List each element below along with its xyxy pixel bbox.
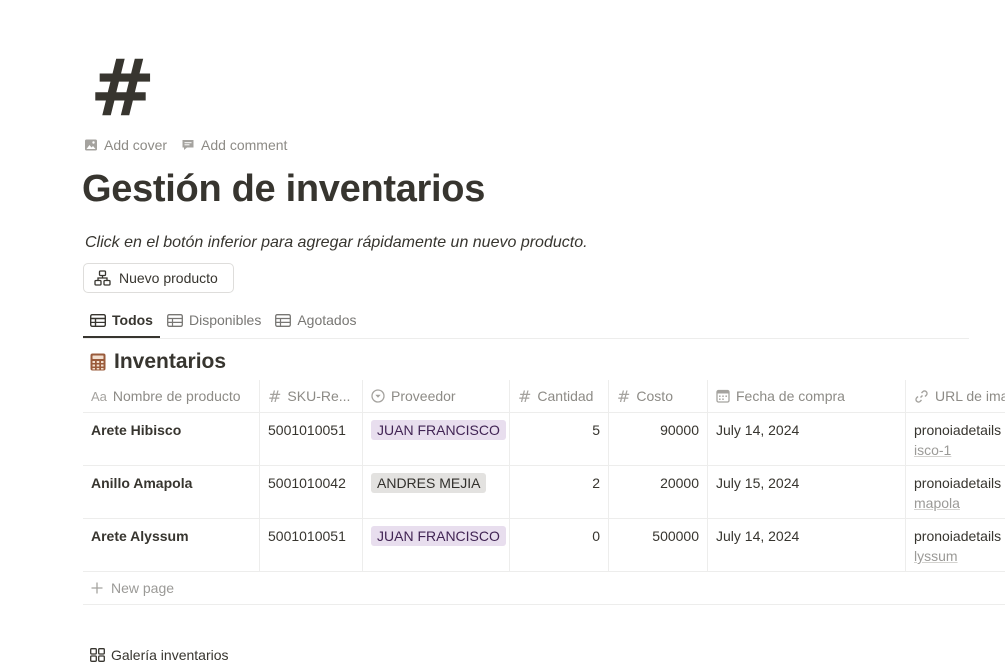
table-row[interactable]: Anillo Amapola 5001010042 ANDRES MEJIA 2… xyxy=(83,466,1005,519)
calendar-icon xyxy=(716,389,730,403)
nuevo-producto-label: Nuevo producto xyxy=(119,270,218,286)
cell-costo[interactable]: 500000 xyxy=(609,519,708,571)
cell-nombre[interactable]: Arete Alyssum xyxy=(83,519,260,571)
cell-fecha[interactable]: July 14, 2024 xyxy=(708,413,906,465)
tab-agotados-label: Agotados xyxy=(297,312,357,328)
cell-url[interactable]: pronoiadetails isco-1 xyxy=(906,413,1005,465)
plus-icon xyxy=(91,582,103,594)
proveedor-tag: JUAN FRANCISCO xyxy=(371,420,506,440)
new-page-button[interactable]: New page xyxy=(83,572,1005,605)
url-text: pronoiadetails xyxy=(914,422,1002,438)
tab-agotados[interactable]: Agotados xyxy=(268,304,363,336)
add-cover-button[interactable]: Add cover xyxy=(84,137,167,153)
column-label: URL de ima xyxy=(935,388,1005,404)
gallery-title-label: Galería inventarios xyxy=(111,647,229,663)
cell-proveedor[interactable]: ANDRES MEJIA xyxy=(363,466,510,518)
cell-nombre[interactable]: Arete Hibisco xyxy=(83,413,260,465)
number-type-icon: # xyxy=(518,386,532,406)
cell-sku[interactable]: 5001010051 xyxy=(260,413,363,465)
gallery-icon xyxy=(90,648,105,662)
table-header-row: Aa Nombre de producto # SKU-Re... Provee… xyxy=(83,380,1005,413)
page-title[interactable]: Gestión de inventarios xyxy=(82,168,485,211)
url-link[interactable]: lyssum xyxy=(914,548,1005,564)
cell-proveedor[interactable]: JUAN FRANCISCO xyxy=(363,413,510,465)
cell-proveedor[interactable]: JUAN FRANCISCO xyxy=(363,519,510,571)
cell-url[interactable]: pronoiadetails mapola xyxy=(906,466,1005,518)
column-header-costo[interactable]: # Costo xyxy=(609,380,708,412)
hierarchy-icon xyxy=(94,270,111,286)
comment-icon xyxy=(182,140,194,150)
image-icon xyxy=(85,139,97,151)
cell-cantidad[interactable]: 2 xyxy=(510,466,609,518)
cell-cantidad[interactable]: 0 xyxy=(510,519,609,571)
cell-url[interactable]: pronoiadetails lyssum xyxy=(906,519,1005,571)
table-icon xyxy=(167,313,183,327)
url-link[interactable]: isco-1 xyxy=(914,442,1005,458)
select-icon xyxy=(371,389,385,403)
number-type-icon: # xyxy=(268,386,282,406)
proveedor-tag: JUAN FRANCISCO xyxy=(371,526,506,546)
nuevo-producto-button[interactable]: Nuevo producto xyxy=(83,263,234,293)
column-header-url[interactable]: URL de ima xyxy=(906,380,1005,412)
column-label: SKU-Re... xyxy=(287,388,351,404)
column-label: Cantidad xyxy=(537,388,594,404)
column-label: Proveedor xyxy=(391,388,456,404)
page-controls: Add cover Add comment xyxy=(84,137,287,153)
table-row[interactable]: Arete Hibisco 5001010051 JUAN FRANCISCO … xyxy=(83,413,1005,466)
add-comment-label: Add comment xyxy=(201,137,288,153)
page-description[interactable]: Click en el botón inferior para agregar … xyxy=(85,234,588,252)
inventory-table: Aa Nombre de producto # SKU-Re... Provee… xyxy=(83,380,1005,605)
cell-sku[interactable]: 5001010051 xyxy=(260,519,363,571)
cell-fecha[interactable]: July 15, 2024 xyxy=(708,466,906,518)
table-row[interactable]: Arete Alyssum 5001010051 JUAN FRANCISCO … xyxy=(83,519,1005,572)
column-label: Nombre de producto xyxy=(112,388,241,404)
view-tabs: Todos Disponibles Agotados xyxy=(83,304,969,339)
tab-disponibles-label: Disponibles xyxy=(188,312,262,328)
cell-costo[interactable]: 20000 xyxy=(609,466,708,518)
tab-todos[interactable]: Todos xyxy=(83,304,160,338)
proveedor-tag: ANDRES MEJIA xyxy=(371,473,487,493)
url-link[interactable]: mapola xyxy=(914,495,1005,511)
cell-nombre[interactable]: Anillo Amapola xyxy=(83,466,260,518)
database-title-label: Inventarios xyxy=(114,350,227,373)
cell-sku[interactable]: 5001010042 xyxy=(260,466,363,518)
table-icon xyxy=(275,313,292,327)
abacus-icon xyxy=(90,353,106,371)
page-hash-icon[interactable]: # xyxy=(90,50,155,128)
add-comment-button[interactable]: Add comment xyxy=(181,137,287,153)
table-icon xyxy=(90,313,106,327)
column-label: Costo xyxy=(636,388,673,404)
link-icon xyxy=(915,389,928,403)
url-text: pronoiadetails xyxy=(914,475,1002,491)
tab-todos-label: Todos xyxy=(112,312,153,328)
column-header-nombre[interactable]: Aa Nombre de producto xyxy=(83,380,260,412)
column-header-cantidad[interactable]: # Cantidad xyxy=(510,380,609,412)
column-header-proveedor[interactable]: Proveedor xyxy=(363,380,510,412)
cell-fecha[interactable]: July 14, 2024 xyxy=(708,519,906,571)
add-cover-label: Add cover xyxy=(104,137,168,153)
text-type-icon: Aa xyxy=(91,388,107,404)
url-text: pronoiadetails xyxy=(914,528,1002,544)
column-header-sku[interactable]: # SKU-Re... xyxy=(260,380,363,412)
new-page-label: New page xyxy=(111,580,175,596)
tab-disponibles[interactable]: Disponibles xyxy=(160,304,268,336)
cell-cantidad[interactable]: 5 xyxy=(510,413,609,465)
column-label: Fecha de compra xyxy=(736,388,845,404)
gallery-view-title[interactable]: Galería inventarios xyxy=(90,647,229,663)
cell-costo[interactable]: 90000 xyxy=(609,413,708,465)
number-type-icon: # xyxy=(617,386,631,406)
database-title[interactable]: Inventarios xyxy=(90,350,226,374)
column-header-fecha[interactable]: Fecha de compra xyxy=(708,380,906,412)
